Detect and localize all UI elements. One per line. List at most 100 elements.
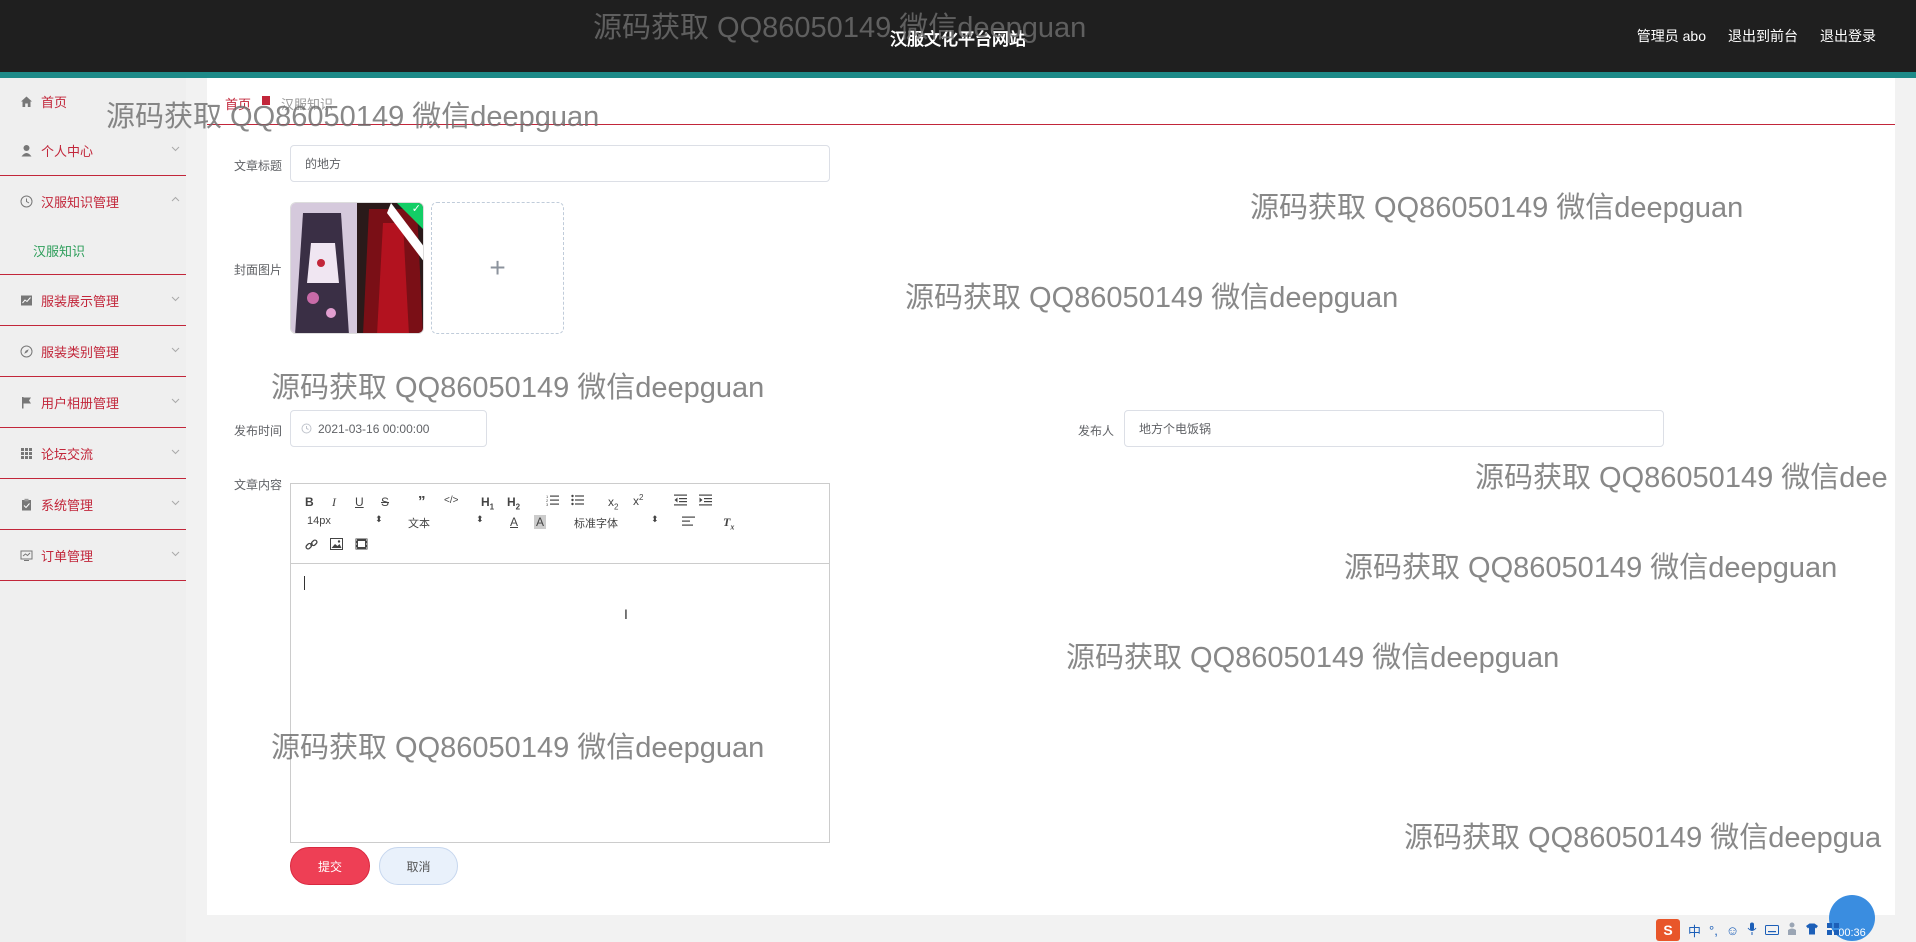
chevron-down-icon xyxy=(171,549,180,558)
sidebar-item-forum[interactable]: 论坛交流 xyxy=(0,428,186,479)
cover-image-thumbnail[interactable]: ✓ xyxy=(290,202,424,334)
italic-icon[interactable]: I xyxy=(332,495,336,510)
publish-time-value: 2021-03-16 00:00:00 xyxy=(318,421,430,436)
background-color-icon[interactable]: A xyxy=(534,515,547,529)
grid-icon xyxy=(20,447,33,460)
toolbox-grid-icon[interactable] xyxy=(1827,922,1840,938)
sidebar-item-system-mgmt[interactable]: 系统管理 xyxy=(0,479,186,530)
user-icon xyxy=(20,144,33,157)
svg-text:3: 3 xyxy=(546,502,549,506)
microphone-icon[interactable] xyxy=(1747,922,1757,938)
punctuation-icon[interactable]: °, xyxy=(1709,923,1718,938)
sidebar-item-user-album-mgmt[interactable]: 用户相册管理 xyxy=(0,377,186,428)
link-icon[interactable] xyxy=(305,538,318,554)
sidebar-item-hanfu-knowledge-mgmt[interactable]: 汉服知识管理 xyxy=(0,176,186,227)
ordered-list-icon[interactable]: 123 xyxy=(546,494,559,509)
breadcrumb-home-link[interactable]: 首页 xyxy=(225,94,251,113)
clipboard-icon xyxy=(20,498,33,511)
chevron-down-icon xyxy=(171,447,180,456)
keyboard-icon[interactable] xyxy=(1765,923,1780,938)
bold-icon[interactable]: B xyxy=(305,495,314,509)
font-family-select[interactable]: 标准字体 ⬍ xyxy=(574,514,664,531)
breadcrumb: 首页 汉服知识 xyxy=(225,94,333,113)
sidebar-item-clothing-category-mgmt[interactable]: 服装类别管理 xyxy=(0,326,186,377)
sidebar-item-label: 论坛交流 xyxy=(41,446,94,462)
blockquote-icon[interactable]: ” xyxy=(418,493,426,510)
sogou-ime-logo-icon[interactable]: S xyxy=(1656,919,1680,941)
heading-2-icon[interactable]: H2 xyxy=(507,495,520,511)
sidebar-item-label: 个人中心 xyxy=(41,143,94,159)
image-icon[interactable] xyxy=(330,538,343,553)
cover-image-label: 封面图片 xyxy=(233,263,282,277)
breadcrumb-divider xyxy=(207,124,1895,125)
chevron-up-icon xyxy=(171,195,180,204)
video-icon[interactable] xyxy=(355,538,368,553)
align-icon[interactable] xyxy=(682,516,695,530)
sidebar-item-personal-center[interactable]: 个人中心 xyxy=(0,125,186,176)
paragraph-format-value: 文本 xyxy=(408,518,430,530)
bullet-list-icon[interactable] xyxy=(571,494,584,509)
font-size-select[interactable]: 14px ⬍ xyxy=(307,514,385,527)
font-size-value: 14px xyxy=(307,515,331,527)
cancel-button[interactable]: 取消 xyxy=(379,847,458,885)
superscript-icon[interactable]: x2 xyxy=(633,493,643,508)
sidebar-item-label: 汉服知识管理 xyxy=(41,195,120,210)
clear-format-icon[interactable]: Tx xyxy=(723,515,734,531)
sidebar-item-label: 系统管理 xyxy=(41,497,94,513)
sidebar-item-home[interactable]: 首页 xyxy=(0,78,186,125)
site-title: 汉服文化平台网站 xyxy=(890,30,1026,49)
rich-text-editor[interactable]: B I U S ” </> H1 H2 123 x2 x2 14px ⬍ 文本 … xyxy=(290,483,830,843)
upload-add-button[interactable]: + xyxy=(431,202,564,334)
article-title-input[interactable]: 的地方 xyxy=(290,145,830,182)
sidebar-item-label: 首页 xyxy=(41,95,68,110)
chart-icon xyxy=(20,294,33,307)
paragraph-format-select[interactable]: 文本 ⬍ xyxy=(408,514,486,531)
indent-icon[interactable] xyxy=(699,494,712,509)
select-arrows-icon: ⬍ xyxy=(476,514,484,524)
compass-icon xyxy=(20,345,33,358)
breadcrumb-separator-icon xyxy=(261,94,271,113)
plus-icon: + xyxy=(489,252,506,283)
text-caret xyxy=(304,576,305,590)
subscript-icon[interactable]: x2 xyxy=(608,495,618,511)
sidebar-item-order-mgmt[interactable]: 订单管理 xyxy=(0,530,186,581)
skin-shirt-icon[interactable] xyxy=(1805,923,1819,938)
admin-user-label[interactable]: 管理员 abo xyxy=(1637,26,1706,46)
font-family-value: 标准字体 xyxy=(574,518,618,530)
sidebar-item-clothing-display-mgmt[interactable]: 服装展示管理 xyxy=(0,275,186,326)
font-color-icon[interactable]: A xyxy=(510,515,518,529)
check-icon: ✓ xyxy=(411,203,421,215)
underline-icon[interactable]: U xyxy=(355,495,364,509)
ime-toolbar: S 中 °, ☺ xyxy=(1652,918,1916,942)
outdent-icon[interactable] xyxy=(674,494,687,509)
publish-time-label: 发布时间 xyxy=(233,424,282,438)
sidebar-subitem-hanfu-knowledge[interactable]: 汉服知识 xyxy=(0,227,186,275)
home-icon xyxy=(20,95,33,108)
ime-chinese-mode[interactable]: 中 xyxy=(1688,921,1701,940)
chevron-down-icon xyxy=(171,294,180,303)
code-block-icon[interactable]: </> xyxy=(444,495,458,506)
chevron-down-icon xyxy=(171,498,180,507)
editor-toolbar: B I U S ” </> H1 H2 123 x2 x2 14px ⬍ 文本 … xyxy=(291,484,829,564)
publisher-input[interactable]: 地方个电饭锅 xyxy=(1124,410,1664,447)
article-title-label: 文章标题 xyxy=(233,159,282,173)
back-to-front-link[interactable]: 退出到前台 xyxy=(1728,26,1798,46)
select-arrows-icon: ⬍ xyxy=(651,514,659,524)
screen-icon xyxy=(20,549,33,562)
logout-link[interactable]: 退出登录 xyxy=(1820,26,1876,46)
publish-time-picker[interactable]: 2021-03-16 00:00:00 xyxy=(290,410,487,447)
person-icon[interactable] xyxy=(1787,922,1797,938)
article-content-label: 文章内容 xyxy=(233,478,282,492)
publisher-label: 发布人 xyxy=(1077,424,1114,438)
header-links: 管理员 abo 退出到前台 退出登录 xyxy=(1637,26,1876,46)
sidebar: 首页 个人中心 汉服知识管理 汉服知识 服装展示管理 服装类别管理 用户相册管理 xyxy=(0,78,186,942)
clock-icon xyxy=(20,195,33,208)
select-arrows-icon: ⬍ xyxy=(375,514,383,524)
flag-icon xyxy=(20,396,33,409)
heading-1-icon[interactable]: H1 xyxy=(481,495,494,511)
strikethrough-icon[interactable]: S xyxy=(381,495,389,509)
mouse-ibeam-cursor: I xyxy=(624,606,628,622)
emoji-icon[interactable]: ☺ xyxy=(1726,923,1739,938)
chevron-down-icon xyxy=(171,345,180,354)
submit-button[interactable]: 提交 xyxy=(290,847,370,885)
